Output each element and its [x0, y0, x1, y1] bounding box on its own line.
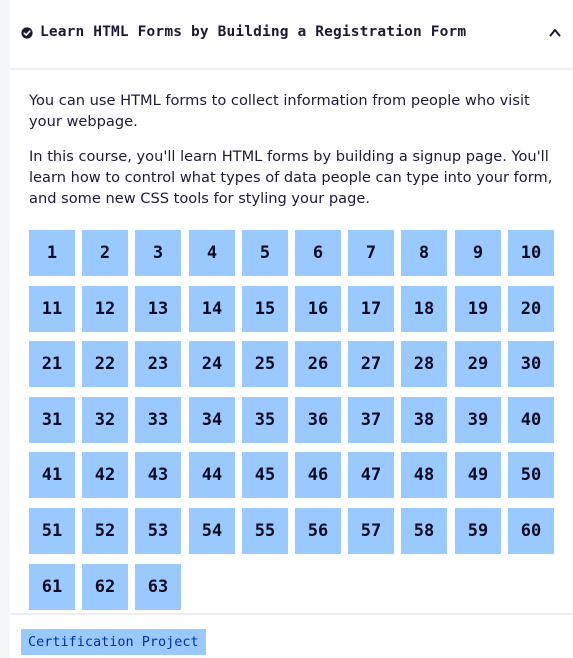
step-button[interactable]: 41	[29, 452, 75, 498]
section-title: Learn HTML Forms by Building a Registrat…	[40, 24, 467, 40]
step-button[interactable]: 56	[295, 508, 341, 554]
description-paragraph: You can use HTML forms to collect inform…	[29, 92, 530, 130]
step-button[interactable]: 11	[29, 286, 75, 332]
step-button[interactable]: 8	[401, 230, 447, 276]
step-button[interactable]: 55	[242, 508, 288, 554]
step-button[interactable]: 19	[455, 286, 501, 332]
step-button[interactable]: 49	[455, 452, 501, 498]
step-button[interactable]: 2	[82, 230, 128, 276]
step-button[interactable]: 35	[242, 397, 288, 443]
step-button[interactable]: 3	[135, 230, 181, 276]
step-button[interactable]: 25	[242, 341, 288, 387]
step-button[interactable]: 33	[135, 397, 181, 443]
step-button[interactable]: 50	[508, 452, 554, 498]
step-button[interactable]: 6	[295, 230, 341, 276]
step-button[interactable]: 27	[348, 341, 394, 387]
step-button[interactable]: 29	[455, 341, 501, 387]
step-button[interactable]: 59	[455, 508, 501, 554]
step-button[interactable]: 42	[82, 452, 128, 498]
step-button[interactable]: 24	[189, 341, 235, 387]
left-rail	[0, 0, 10, 658]
step-button[interactable]: 21	[29, 341, 75, 387]
step-button[interactable]: 54	[189, 508, 235, 554]
step-button[interactable]: 17	[348, 286, 394, 332]
step-button[interactable]: 46	[295, 452, 341, 498]
step-button[interactable]: 45	[242, 452, 288, 498]
step-button[interactable]: 1	[29, 230, 75, 276]
step-button[interactable]: 31	[29, 397, 75, 443]
step-button[interactable]: 14	[189, 286, 235, 332]
step-button[interactable]: 58	[401, 508, 447, 554]
step-button[interactable]: 26	[295, 341, 341, 387]
step-button[interactable]: 37	[348, 397, 394, 443]
step-button[interactable]: 43	[135, 452, 181, 498]
step-button[interactable]: 30	[508, 341, 554, 387]
step-button[interactable]: 20	[508, 286, 554, 332]
step-button[interactable]: 63	[135, 564, 181, 610]
step-button[interactable]: 7	[348, 230, 394, 276]
step-button[interactable]: 40	[508, 397, 554, 443]
section-header[interactable]: Learn HTML Forms by Building a Registrat…	[10, 0, 573, 70]
step-button[interactable]: 12	[82, 286, 128, 332]
step-button[interactable]: 57	[348, 508, 394, 554]
step-button[interactable]: 15	[242, 286, 288, 332]
step-button[interactable]: 44	[189, 452, 235, 498]
step-button[interactable]: 13	[135, 286, 181, 332]
step-button[interactable]: 48	[401, 452, 447, 498]
step-button[interactable]: 5	[242, 230, 288, 276]
step-button[interactable]: 39	[455, 397, 501, 443]
step-button[interactable]: 22	[82, 341, 128, 387]
step-button[interactable]: 16	[295, 286, 341, 332]
step-button[interactable]: 4	[189, 230, 235, 276]
step-button[interactable]: 53	[135, 508, 181, 554]
step-button[interactable]: 38	[401, 397, 447, 443]
step-button[interactable]: 60	[508, 508, 554, 554]
divider	[10, 613, 573, 615]
step-button[interactable]: 23	[135, 341, 181, 387]
step-button[interactable]: 51	[29, 508, 75, 554]
step-button[interactable]: 52	[82, 508, 128, 554]
step-button[interactable]: 10	[508, 230, 554, 276]
step-button[interactable]: 9	[455, 230, 501, 276]
certification-project-badge: Certification Project	[21, 629, 206, 655]
step-button[interactable]: 62	[82, 564, 128, 610]
step-button[interactable]: 61	[29, 564, 75, 610]
step-button[interactable]: 34	[189, 397, 235, 443]
step-button[interactable]: 28	[401, 341, 447, 387]
section-description: You can use HTML forms to collect inform…	[29, 90, 559, 223]
description-paragraph: In this course, you'll learn HTML forms …	[29, 148, 553, 207]
check-circle-icon	[21, 27, 33, 39]
step-button[interactable]: 47	[348, 452, 394, 498]
step-button[interactable]: 32	[82, 397, 128, 443]
caret-up-icon[interactable]	[549, 28, 561, 37]
step-button[interactable]: 18	[401, 286, 447, 332]
step-button[interactable]: 36	[295, 397, 341, 443]
course-block: Learn HTML Forms by Building a Registrat…	[10, 0, 573, 658]
